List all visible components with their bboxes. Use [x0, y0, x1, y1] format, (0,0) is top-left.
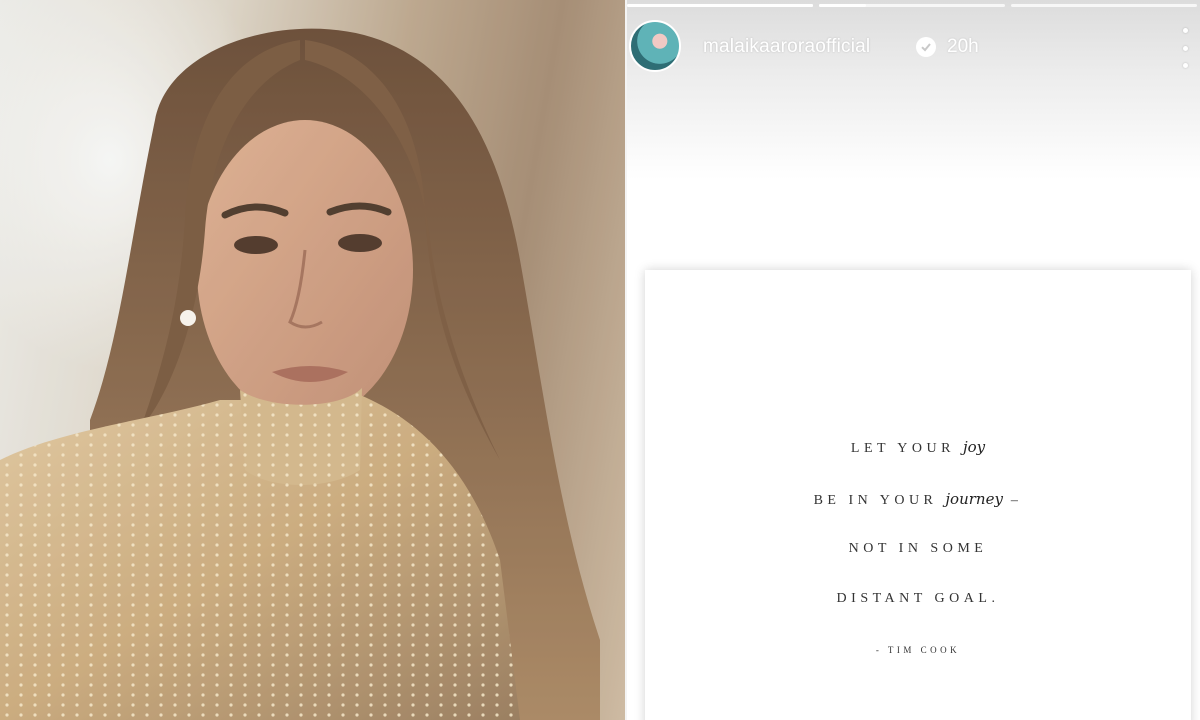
quote-line-1: LET YOUR joy: [645, 438, 1191, 457]
quote-line-1-text: LET YOUR: [850, 441, 955, 456]
story-header: malaikaaroraofficial 20h: [627, 20, 1200, 76]
quote-line-4: DISTANT GOAL.: [836, 591, 1000, 606]
portrait-illustration: [0, 0, 625, 720]
username[interactable]: malaikaaroraofficial: [703, 36, 870, 58]
portrait-photo: [0, 0, 625, 720]
progress-segment: [1011, 4, 1197, 7]
quote-card: LET YOUR joy BE IN YOUR journey – NOT IN…: [645, 270, 1191, 720]
quote-line-2-text: BE IN YOUR: [813, 493, 938, 508]
quote-dash: –: [1010, 493, 1023, 508]
light-wash: [0, 0, 625, 720]
quote-line-3: NOT IN SOME: [848, 541, 988, 556]
story-view[interactable]: malaikaaroraofficial 20h LET YOUR joy BE…: [627, 0, 1200, 720]
progress-segment: [819, 4, 1005, 7]
progress-fill: [627, 4, 813, 7]
story-timestamp: 20h: [947, 36, 979, 57]
quote-author: - TIM COOK: [875, 645, 961, 655]
story-progress-bar: [627, 4, 1200, 7]
progress-fill: [819, 4, 866, 7]
progress-segment: [627, 4, 813, 7]
verified-badge-icon: [916, 37, 936, 57]
quote-line-2: BE IN YOUR journey –: [645, 490, 1191, 509]
quote-script-journey: journey: [945, 490, 1003, 508]
avatar[interactable]: [629, 20, 681, 72]
more-options-icon[interactable]: [1178, 28, 1192, 68]
quote-script-joy: joy: [962, 438, 986, 456]
